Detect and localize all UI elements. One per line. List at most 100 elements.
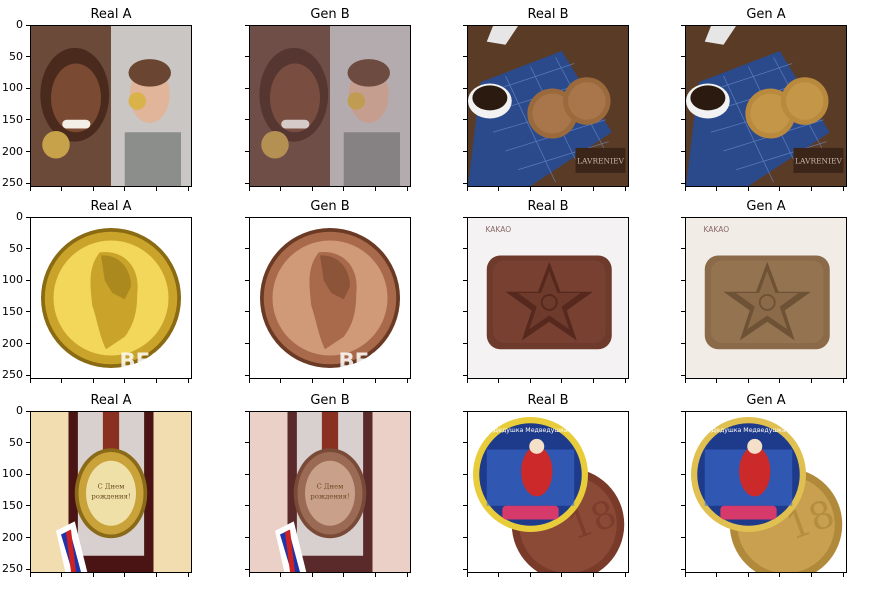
x-tick [593,379,595,383]
y-tick [463,119,467,121]
x-tick [561,379,563,383]
y-tick [245,343,249,345]
y-tick [463,568,467,570]
x-tick [811,573,813,577]
x-tick [684,379,686,383]
x-tick [187,187,189,191]
y-tick [463,248,467,250]
y-tick-label: 100 [2,81,23,95]
panel-title: Real B [527,7,569,22]
x-tick [561,573,563,577]
x-tick [624,187,626,191]
x-tick [61,187,63,191]
x-tick [406,573,408,577]
svg-text:LAVRENIEV: LAVRENIEV [577,157,625,166]
panel-title: Gen B [310,199,350,214]
x-tick [375,379,377,383]
panel-title: Real A [90,7,132,22]
y-tick [463,442,467,444]
panel-title: Gen B [310,393,350,408]
x-tick [61,573,63,577]
x-tick [343,573,345,577]
y-tick [26,374,30,376]
x-tick [811,379,813,383]
x-tick [375,187,377,191]
panel-image-gold-portrait-medal: BEST [30,217,192,379]
x-tick [716,187,718,191]
y-tick [463,279,467,281]
y-tick [245,442,249,444]
x-tick [624,573,626,577]
svg-text:BEST: BEST [119,349,180,374]
y-tick [245,279,249,281]
panel-image-bronze-birthday-medal-in-box: С Днем рождения! [249,411,411,573]
panel-image-golden-coins-with-coffee: LAVRENIEV [685,25,847,187]
y-tick [245,473,249,475]
y-tick [26,343,30,345]
y-tick-label: 200 [2,336,23,350]
x-tick [466,187,468,191]
y-tick-label: 250 [2,368,23,382]
y-tick [463,473,467,475]
x-tick [311,187,313,191]
x-tick [187,379,189,383]
y-tick [463,182,467,184]
y-tick [26,473,30,475]
x-tick [716,573,718,577]
y-tick [26,442,30,444]
panel-image-chocolate-star-bar: KAKAO [467,217,629,379]
x-tick [561,187,563,191]
y-tick [26,56,30,58]
x-tick [343,379,345,383]
x-tick [343,187,345,191]
panel-title: Gen A [746,7,786,22]
y-tick [681,56,685,58]
x-tick [466,379,468,383]
y-tick [245,119,249,121]
y-tick [245,56,249,58]
y-tick-label: 50 [9,241,23,255]
x-tick [684,187,686,191]
y-tick [681,442,685,444]
x-tick [466,573,468,577]
svg-text:Дедушка Медведушка: Дедушка Медведушка [493,427,568,434]
y-tick [681,410,685,412]
y-tick [26,537,30,539]
panel-image-chocolate-santa-coin: 18 Дедушка Медведушка [467,411,629,573]
x-tick [248,379,250,383]
y-tick [245,311,249,313]
x-tick [92,379,94,383]
x-tick [375,573,377,577]
svg-text:KAKAO: KAKAO [704,225,730,234]
panel-title: Real B [527,199,569,214]
y-tick [681,87,685,89]
y-tick-label: 150 [2,498,23,512]
x-tick [842,379,844,383]
y-tick-label: 200 [2,530,23,544]
y-tick-label: 250 [2,176,23,190]
y-tick [681,374,685,376]
x-tick [593,573,595,577]
x-tick [156,187,158,191]
y-tick-label: 100 [2,273,23,287]
y-tick-label: 150 [2,112,23,126]
svg-text:BEST: BEST [338,349,399,374]
y-tick-label: 0 [16,404,23,417]
panel-title: Gen A [746,199,786,214]
y-tick [245,87,249,89]
y-tick [463,505,467,507]
y-tick [463,311,467,313]
y-tick [463,216,467,218]
panel-image-athletes-with-medals [30,25,192,187]
x-tick [593,187,595,191]
y-tick [26,410,30,412]
panel-image-golden-santa-coin: 18 Дедушка Медведушка [685,411,847,573]
y-tick-label: 150 [2,304,23,318]
x-tick [529,379,531,383]
y-tick [681,311,685,313]
y-tick [245,182,249,184]
y-tick-label: 200 [2,144,23,158]
y-tick [26,248,30,250]
y-tick [245,24,249,26]
y-tick-label: 50 [9,435,23,449]
